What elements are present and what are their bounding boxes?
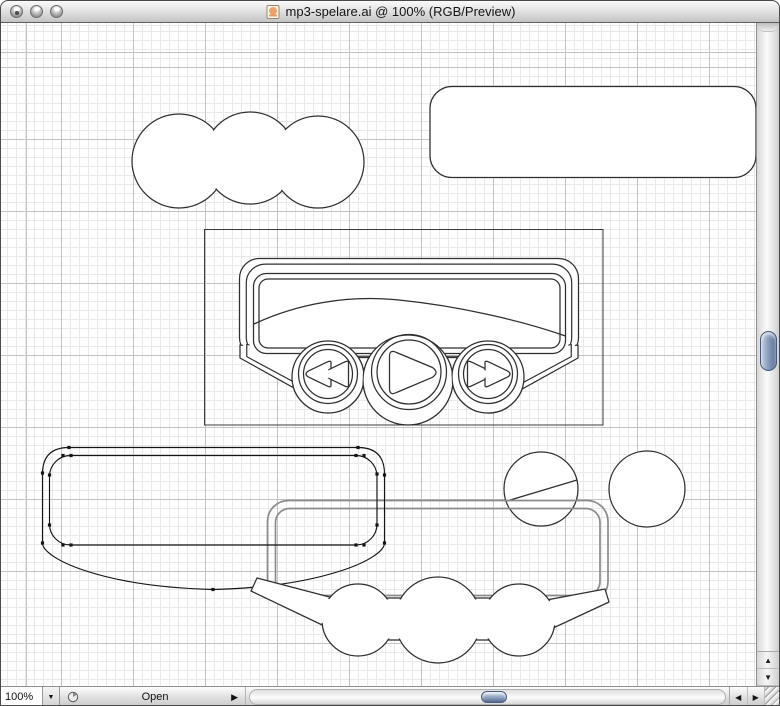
- minimize-button[interactable]: [30, 5, 43, 18]
- horizontal-scrollbar-thumb[interactable]: [481, 691, 507, 703]
- status-flyout-icon[interactable]: ▶: [231, 692, 238, 703]
- up-arrow-icon: ▲: [764, 656, 772, 665]
- anchor-points[interactable]: [41, 446, 386, 591]
- player-base-with-button-bumps[interactable]: [251, 577, 609, 663]
- left-arrow-icon: ◀: [735, 693, 741, 702]
- window-title: mp3-spelare.ai @ 100% (RGB/Preview): [286, 4, 516, 19]
- scroll-down-button[interactable]: ▼: [757, 669, 779, 686]
- close-button[interactable]: [10, 5, 23, 18]
- rounded-rectangle-shape[interactable]: [430, 87, 756, 178]
- resize-grip[interactable]: [765, 687, 779, 706]
- circle-with-chord[interactable]: [504, 452, 578, 526]
- horizontal-scrollbar-arrows: ◀ ▶: [729, 687, 765, 706]
- right-arrow-icon: ▶: [753, 693, 759, 702]
- mp3-player-front-panel[interactable]: [240, 259, 579, 426]
- window-controls: [10, 5, 63, 18]
- vertical-scrollbar-arrows: ▲ ▼: [757, 651, 779, 686]
- scroll-right-button[interactable]: ▶: [748, 687, 766, 706]
- illustrator-document-window: mp3-spelare.ai @ 100% (RGB/Preview): [0, 0, 780, 706]
- scroll-left-button[interactable]: ◀: [730, 687, 748, 706]
- dropdown-arrow-icon: ▼: [48, 694, 55, 701]
- titlebar[interactable]: mp3-spelare.ai @ 100% (RGB/Preview): [1, 1, 779, 23]
- vertical-scrollbar[interactable]: ▲ ▼: [756, 23, 779, 686]
- modified-dot-icon: [15, 11, 19, 15]
- status-bar: 100% ▼ Open ▶ ◀ ▶: [1, 686, 779, 706]
- selected-path-with-anchor-points[interactable]: [43, 448, 385, 590]
- vertical-scrollbar-cap: [757, 23, 779, 32]
- status-display[interactable]: Open ▶: [60, 687, 246, 706]
- canvas-grid[interactable]: [1, 23, 756, 686]
- zoom-dropdown-button[interactable]: ▼: [43, 687, 60, 706]
- cloud-blob-shape[interactable]: [132, 112, 364, 208]
- zoom-button[interactable]: [50, 5, 63, 18]
- zoom-level-field[interactable]: 100%: [1, 687, 43, 706]
- timer-icon: [67, 691, 79, 703]
- plain-circle[interactable]: [609, 451, 685, 527]
- down-arrow-icon: ▼: [764, 673, 772, 682]
- title-group: mp3-spelare.ai @ 100% (RGB/Preview): [265, 4, 516, 20]
- vertical-scrollbar-thumb[interactable]: [760, 331, 777, 371]
- illustrator-document-icon: [265, 4, 281, 20]
- horizontal-scrollbar[interactable]: [249, 689, 726, 705]
- zoom-level-value: 100%: [5, 691, 33, 703]
- status-label: Open: [84, 691, 226, 703]
- scroll-up-button[interactable]: ▲: [757, 652, 779, 669]
